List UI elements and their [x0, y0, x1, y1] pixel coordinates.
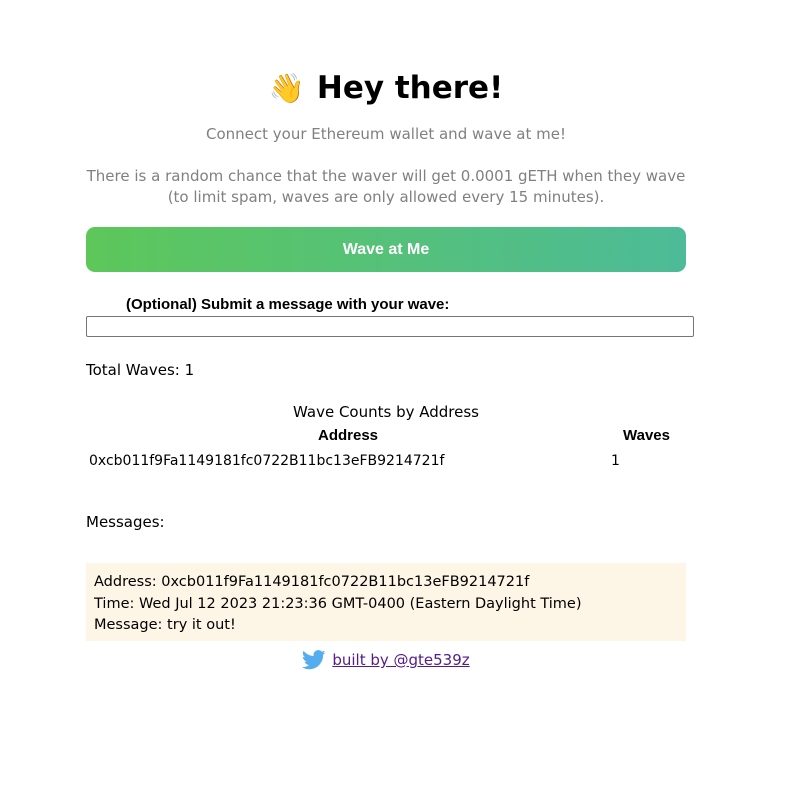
waving-hand-icon: 👋: [268, 70, 305, 105]
page-title: Hey there!: [316, 69, 504, 106]
total-waves: Total Waves: 1: [86, 361, 195, 379]
footer: built by @gte539z: [86, 648, 686, 672]
message-address: Address: 0xcb011f9Fa1149181fc0722B11bc13…: [94, 574, 530, 590]
subtitle: Connect your Ethereum wallet and wave at…: [205, 125, 567, 143]
message-card: Address: 0xcb011f9Fa1149181fc0722B11bc13…: [86, 563, 686, 641]
message-label: (Optional) Submit a message with your wa…: [126, 296, 450, 313]
table-header-address: Address: [318, 427, 379, 444]
reward-note: There is a random chance that the waver …: [86, 167, 686, 206]
header: 👋 Hey there!: [86, 66, 686, 110]
messages-label: Messages:: [86, 513, 165, 531]
table-header-waves: Waves: [623, 427, 670, 444]
table-cell-waves: 1: [611, 453, 620, 469]
wave-counts-title: Wave Counts by Address: [293, 403, 479, 421]
wave-button[interactable]: Wave at Me: [86, 227, 686, 272]
message-time: Time: Wed Jul 12 2023 21:23:36 GMT-0400 …: [94, 595, 582, 612]
table-cell-address: 0xcb011f9Fa1149181fc0722B11bc13eFB921472…: [89, 453, 445, 469]
message-text: Message: try it out!: [94, 617, 236, 633]
built-by-link[interactable]: built by @gte539z: [332, 651, 469, 669]
message-input[interactable]: [86, 316, 694, 337]
twitter-icon: [302, 650, 326, 670]
